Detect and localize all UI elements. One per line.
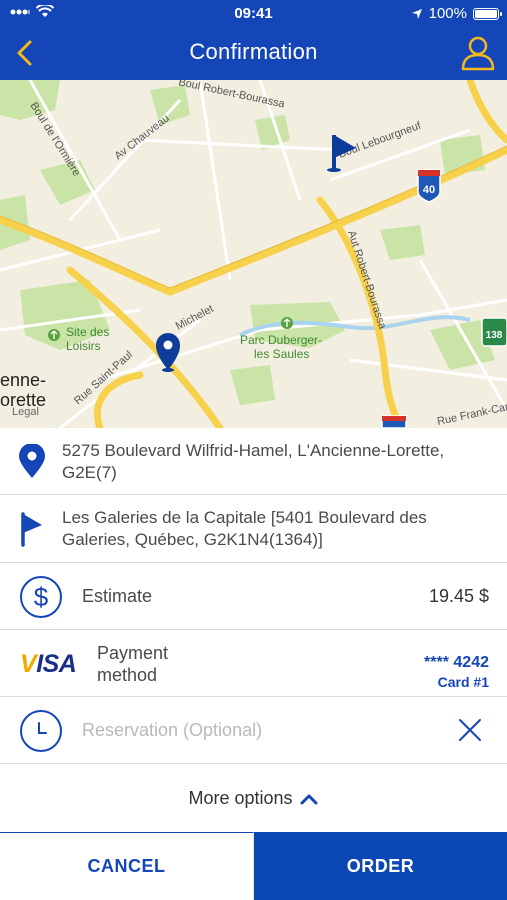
more-options-row[interactable]: More options (0, 764, 507, 832)
map-label-site-2: Loisirs (66, 339, 101, 353)
payment-method-label: Payment method (97, 643, 169, 685)
destination-row[interactable]: Les Galeries de la Capitale [5401 Boulev… (0, 495, 507, 563)
park-marker-icon (48, 329, 60, 341)
page-title: Confirmation (189, 39, 318, 64)
shield-138-label: 138 (486, 330, 503, 341)
flag-icon (21, 512, 42, 547)
dollar-icon: $ (20, 576, 62, 618)
location-pin-icon (19, 444, 45, 478)
park-marker-icon (281, 317, 293, 329)
user-icon[interactable] (459, 34, 497, 72)
location-arrow-icon (411, 8, 422, 19)
status-right: 100% (411, 5, 502, 22)
status-bar: 09:41 100% (0, 0, 507, 26)
card-number: **** 4242 (424, 654, 489, 671)
map-legal-link[interactable]: Legal (12, 406, 39, 418)
visa-logo: VISA (20, 650, 77, 678)
svg-text:$: $ (34, 582, 49, 612)
reservation-input[interactable]: Reservation (Optional) (82, 720, 262, 741)
estimate-row: $ Estimate 19.45 $ (0, 563, 507, 630)
battery-percent: 100% (428, 5, 467, 22)
clock-icon (20, 710, 62, 752)
cancel-button[interactable]: CANCEL (0, 832, 254, 900)
more-options-button[interactable]: More options (0, 788, 507, 809)
estimate-label: Estimate (82, 586, 153, 606)
reservation-row[interactable]: Reservation (Optional) (0, 697, 507, 764)
shield-40-label: 40 (423, 184, 435, 196)
chevron-up-icon (300, 794, 318, 805)
map-canvas: 40 138 Boul de l'Ormière Av Chauveau Bou… (0, 80, 507, 428)
close-icon[interactable] (457, 717, 483, 743)
route-map[interactable]: 40 138 Boul de l'Ormière Av Chauveau Bou… (0, 80, 507, 428)
payment-method-row[interactable]: VISA Payment method **** 4242 Card #1 (0, 630, 507, 697)
highway-shield-bottom (381, 415, 407, 428)
order-button[interactable]: ORDER (254, 832, 507, 900)
nav-bar: Confirmation (0, 26, 507, 80)
map-label-parc-2: les Saules (254, 347, 309, 361)
estimate-value: 19.45 $ (428, 586, 489, 606)
card-name: Card #1 (437, 674, 489, 690)
highway-shield-138: 138 (481, 317, 507, 347)
origin-row[interactable]: 5275 Boulevard Wilfrid-Hamel, L'Ancienne… (0, 428, 507, 495)
card-info: **** 4242 Card #1 (424, 654, 489, 690)
battery-icon (473, 7, 502, 20)
more-options-label: More options (188, 788, 293, 808)
visa-text: ISA (36, 650, 77, 678)
map-label-ancienne-1: enne- (0, 370, 46, 390)
map-label-site-1: Site des (66, 325, 109, 339)
highway-shield-40: 40 (417, 169, 441, 203)
map-label-parc-1: Parc Duberger- (240, 333, 322, 347)
origin-address: 5275 Boulevard Wilfrid-Hamel, L'Ancienne… (62, 441, 445, 482)
destination-address: Les Galeries de la Capitale [5401 Boulev… (62, 508, 427, 549)
